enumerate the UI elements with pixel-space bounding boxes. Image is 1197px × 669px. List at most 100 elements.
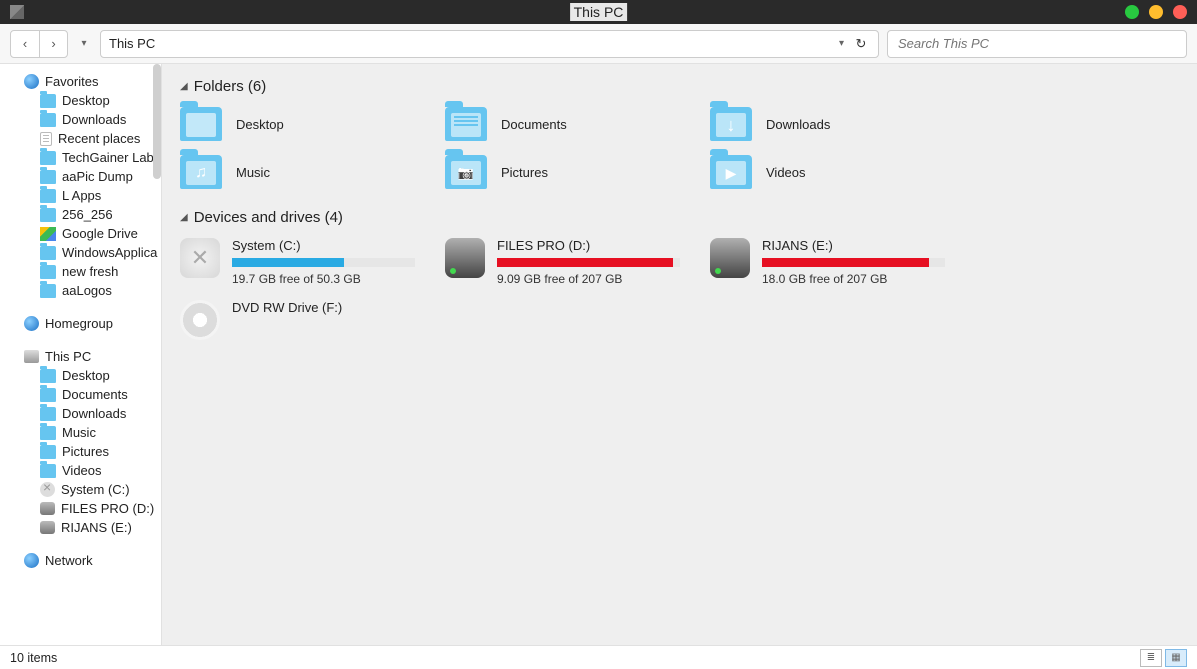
folder-tile[interactable]: Music — [180, 151, 415, 193]
drive-tile[interactable]: FILES PRO (D:)9.09 GB free of 207 GB — [445, 234, 680, 290]
drive-tile[interactable]: RIJANS (E:)18.0 GB free of 207 GB — [710, 234, 945, 290]
homegroup-icon — [24, 316, 39, 331]
folder-icon — [40, 284, 56, 298]
drives-section-header[interactable]: ◢ Devices and drives (4) — [180, 209, 1179, 226]
drive-label: System (C:) — [232, 238, 415, 253]
folder-label: Downloads — [766, 117, 830, 132]
thispc-item[interactable]: Documents — [0, 385, 161, 404]
address-text: This PC — [109, 36, 831, 51]
minimize-button[interactable] — [1125, 5, 1139, 19]
capacity-bar — [762, 258, 945, 267]
folder-tile[interactable]: Pictures — [445, 151, 680, 193]
thispc-item[interactable]: System (C:) — [0, 480, 161, 499]
folder-tile[interactable]: Desktop — [180, 103, 415, 145]
favorites-item[interactable]: L Apps — [0, 186, 161, 205]
capacity-bar — [497, 258, 680, 267]
thispc-item-label: FILES PRO (D:) — [61, 501, 154, 516]
address-dropdown-icon[interactable]: ▾ — [839, 38, 844, 49]
drive-free-text: 9.09 GB free of 207 GB — [497, 272, 680, 286]
thispc-item[interactable]: RIJANS (E:) — [0, 518, 161, 537]
thispc-item[interactable]: Music — [0, 423, 161, 442]
view-tiles-button[interactable]: ▦ — [1165, 649, 1187, 667]
folder-tile[interactable]: Documents — [445, 103, 680, 145]
tree-root-network[interactable]: Network — [0, 551, 161, 570]
address-bar[interactable]: This PC ▾ ↻ — [100, 30, 879, 58]
tree-root-thispc[interactable]: This PC — [0, 347, 161, 366]
thispc-item[interactable]: Downloads — [0, 404, 161, 423]
scrollbar[interactable] — [153, 64, 161, 179]
maximize-button[interactable] — [1149, 5, 1163, 19]
window-title: This PC — [570, 3, 628, 21]
favorites-item-label: aaPic Dump — [62, 169, 133, 184]
back-button[interactable]: ‹ — [11, 31, 39, 57]
disk-icon — [40, 502, 55, 515]
favorites-item-label: new fresh — [62, 264, 118, 279]
gd-icon — [40, 227, 56, 241]
forward-button[interactable]: › — [39, 31, 67, 57]
thispc-item-label: System (C:) — [61, 482, 130, 497]
thispc-item[interactable]: Videos — [0, 461, 161, 480]
search-input[interactable] — [898, 36, 1176, 51]
favorites-item[interactable]: Google Drive — [0, 224, 161, 243]
folder-icon — [710, 155, 752, 189]
favorites-item[interactable]: new fresh — [0, 262, 161, 281]
favorites-item[interactable]: 256_256 — [0, 205, 161, 224]
drive-icon — [445, 238, 485, 278]
thispc-item[interactable]: FILES PRO (D:) — [0, 499, 161, 518]
homegroup-label: Homegroup — [45, 316, 113, 331]
chevron-left-icon: ‹ — [23, 36, 27, 51]
thispc-item[interactable]: Pictures — [0, 442, 161, 461]
favorites-item[interactable]: Recent places — [0, 129, 161, 148]
favorites-item[interactable]: Downloads — [0, 110, 161, 129]
refresh-button[interactable]: ↻ — [852, 36, 870, 52]
sidebar[interactable]: Favorites Desktop Downloads Recent places T… — [0, 64, 162, 645]
folder-icon — [40, 208, 56, 222]
favorites-item[interactable]: aaLogos — [0, 281, 161, 300]
folder-label: Documents — [501, 117, 567, 132]
favorites-label: Favorites — [45, 74, 98, 89]
toolbar: ‹ › ▾ This PC ▾ ↻ — [0, 24, 1197, 64]
collapse-icon: ◢ — [180, 81, 188, 92]
folders-section-header[interactable]: ◢ Folders (6) — [180, 78, 1179, 95]
tree-root-favorites[interactable]: Favorites — [0, 72, 161, 91]
folder-icon — [445, 155, 487, 189]
thispc-icon — [24, 350, 39, 363]
favorites-item[interactable]: aaPic Dump — [0, 167, 161, 186]
drive-tile[interactable]: System (C:) 19.7 GB free of 50.3 GB — [180, 234, 415, 290]
search-box[interactable] — [887, 30, 1187, 58]
thispc-item-label: RIJANS (E:) — [61, 520, 132, 535]
folder-icon — [40, 189, 56, 203]
favorites-item[interactable]: TechGainer Lab — [0, 148, 161, 167]
drive-free-text: 19.7 GB free of 50.3 GB — [232, 272, 415, 286]
favorites-item-label: TechGainer Lab — [62, 150, 154, 165]
thispc-item[interactable]: Desktop — [0, 366, 161, 385]
folder-label: Videos — [766, 165, 806, 180]
drive-tile[interactable]: DVD RW Drive (F:) — [180, 296, 415, 344]
favorites-item[interactable]: WindowsApplica — [0, 243, 161, 262]
drive-icon — [180, 238, 220, 278]
favorites-item-label: Downloads — [62, 112, 126, 127]
history-dropdown[interactable]: ▾ — [76, 38, 92, 49]
close-button[interactable] — [1173, 5, 1187, 19]
folder-icon — [40, 151, 56, 165]
favorites-item-label: L Apps — [62, 188, 101, 203]
drive-icon — [180, 300, 220, 340]
favorites-item[interactable]: Desktop — [0, 91, 161, 110]
folder-icon — [40, 426, 56, 440]
thispc-label: This PC — [45, 349, 91, 364]
folder-icon — [40, 388, 56, 402]
favorites-item-label: Desktop — [62, 93, 110, 108]
folder-icon — [445, 107, 487, 141]
network-icon — [24, 553, 39, 568]
content-pane[interactable]: ◢ Folders (6) Desktop Documents Downloads M… — [162, 64, 1197, 645]
folder-icon — [40, 407, 56, 421]
folder-tile[interactable]: Videos — [710, 151, 945, 193]
status-text: 10 items — [10, 651, 57, 665]
osx-icon — [40, 482, 55, 497]
folder-tile[interactable]: Downloads — [710, 103, 945, 145]
view-details-button[interactable]: ≣ — [1140, 649, 1162, 667]
network-label: Network — [45, 553, 93, 568]
folder-icon — [40, 445, 56, 459]
folder-icon — [180, 155, 222, 189]
tree-root-homegroup[interactable]: Homegroup — [0, 314, 161, 333]
